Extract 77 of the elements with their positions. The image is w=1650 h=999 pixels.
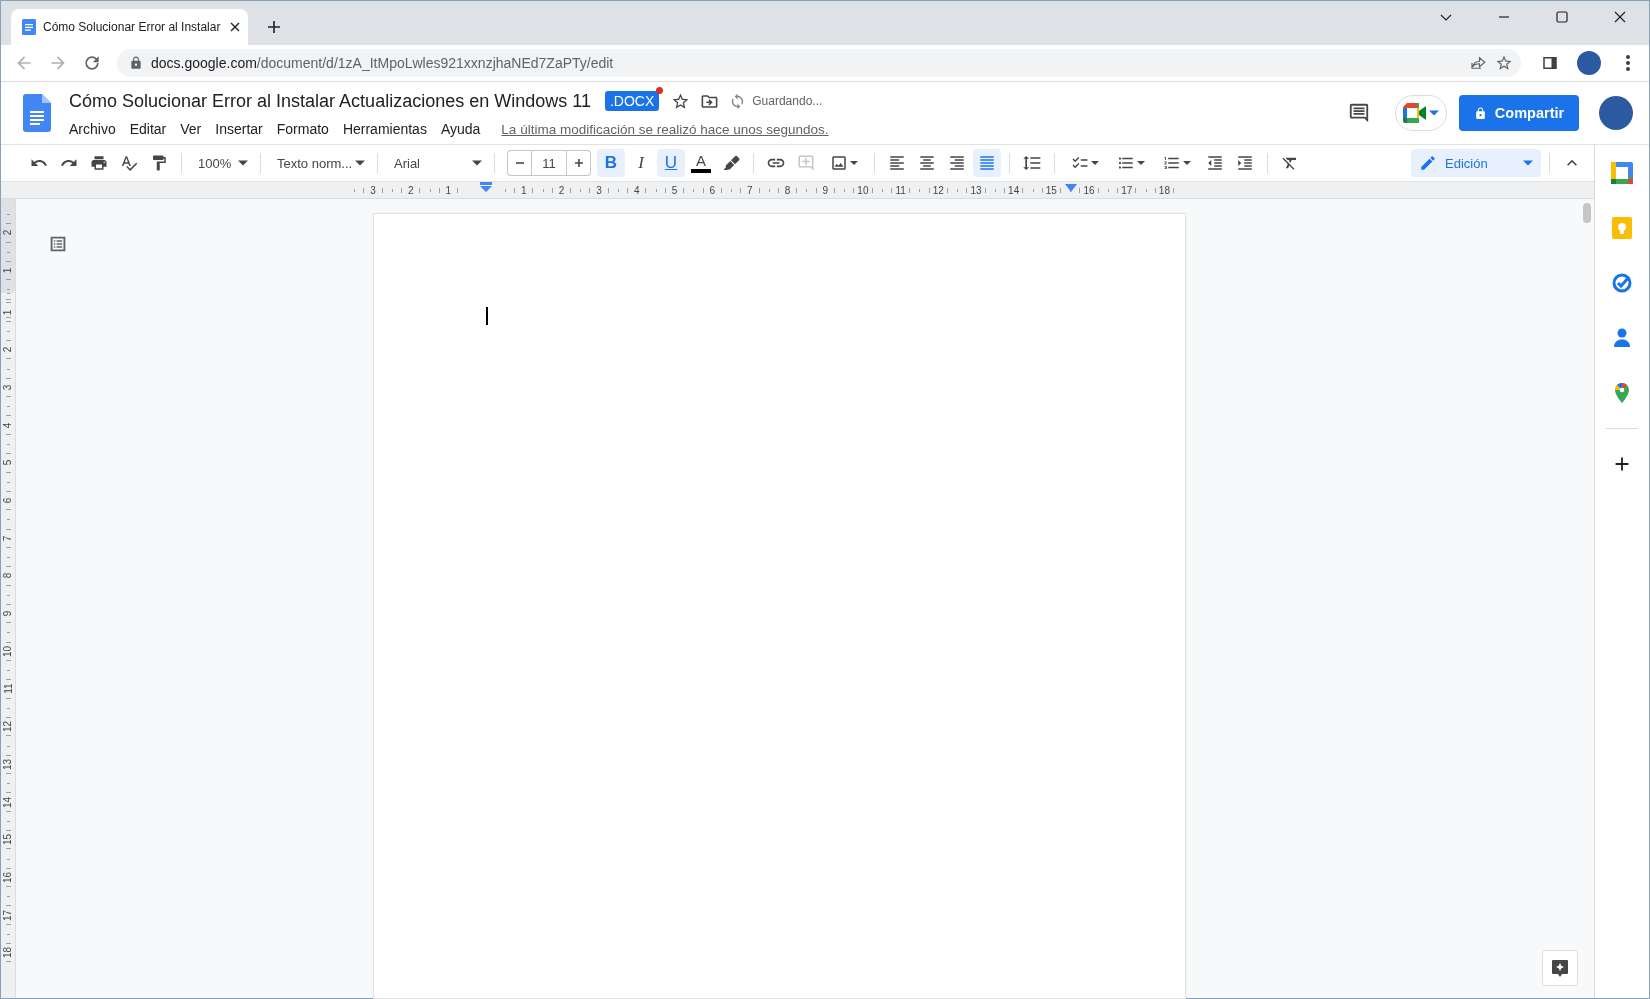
- line-spacing-icon: [1022, 153, 1042, 173]
- align-justify-icon: [978, 154, 996, 172]
- indent-marker-icon[interactable]: [1064, 184, 1078, 192]
- plus-icon: [572, 157, 585, 169]
- lock-icon: [129, 56, 143, 70]
- caret-icon: [1137, 159, 1145, 167]
- bookmark-star-icon[interactable]: [1495, 54, 1513, 72]
- align-center-icon: [918, 154, 936, 172]
- document-title[interactable]: Cómo Solucionar Error al Instalar Actualizaciones en Windows 11: [69, 90, 591, 112]
- menu-item[interactable]: Ver: [173, 119, 209, 139]
- scrollbar[interactable]: [1583, 203, 1591, 223]
- menu-item[interactable]: Formato: [269, 119, 336, 139]
- spellcheck-icon: [120, 154, 138, 172]
- lock-icon: [1473, 106, 1487, 120]
- font-dropdown[interactable]: Arial: [386, 149, 486, 177]
- close-icon[interactable]: [230, 22, 240, 32]
- star-outline-icon: [671, 91, 691, 111]
- text-cursor: [486, 307, 488, 325]
- profile-avatar[interactable]: [1577, 51, 1601, 75]
- caret-icon: [1429, 108, 1439, 118]
- share-icon[interactable]: [1469, 54, 1487, 72]
- document-icon: [21, 19, 37, 35]
- caret-icon: [355, 158, 365, 168]
- underline-button[interactable]: U: [657, 149, 685, 177]
- align-left-icon: [888, 154, 906, 172]
- pencil-icon: [1419, 154, 1437, 172]
- menu-item[interactable]: Insertar: [208, 119, 270, 139]
- caret-icon: [472, 158, 482, 168]
- caret-icon: [1523, 158, 1533, 168]
- bold-button[interactable]: B: [597, 149, 625, 177]
- save-status: Guardando...: [752, 94, 823, 108]
- align-justify-button[interactable]: [973, 149, 1001, 177]
- add-comment-icon: [797, 154, 815, 172]
- comments-icon: [1348, 102, 1370, 124]
- side-panel-icon: [1541, 54, 1559, 72]
- editing-mode-dropdown[interactable]: Edición: [1411, 149, 1541, 177]
- maximize-icon: [1556, 11, 1568, 23]
- close-icon: [1614, 11, 1626, 23]
- highlighter-icon: [722, 154, 740, 172]
- outdent-icon: [1206, 154, 1224, 172]
- text-color-button[interactable]: A: [687, 149, 715, 177]
- plus-icon: [266, 19, 282, 35]
- image-icon: [830, 154, 848, 172]
- video-camera-icon: [1403, 103, 1427, 123]
- share-button[interactable]: Compartir: [1459, 95, 1579, 131]
- italic-button[interactable]: I: [627, 149, 655, 177]
- more-vertical-icon: [1626, 55, 1630, 71]
- indent-marker-icon[interactable]: [479, 182, 494, 192]
- account-avatar[interactable]: [1599, 96, 1633, 130]
- indent-icon: [1236, 154, 1254, 172]
- menu-item[interactable]: Herramientas: [335, 119, 434, 139]
- paint-roller-icon: [150, 154, 168, 172]
- caret-icon: [850, 159, 858, 167]
- reload-icon: [82, 53, 102, 73]
- caret-icon: [1183, 159, 1191, 167]
- browser-tab[interactable]: Cómo Solucionar Error al Instalar: [11, 9, 248, 45]
- docs-logo-icon[interactable]: [23, 94, 51, 132]
- align-right-icon: [948, 154, 966, 172]
- star-button[interactable]: [671, 91, 691, 111]
- increase-size-button[interactable]: [567, 150, 591, 176]
- url-text: docs.google.com/document/d/1zA_ItMpoLwles921xxnzjhaNEd7ZaPTy/edit: [151, 55, 615, 71]
- sparkle-speech-bubble-icon: [1550, 958, 1570, 978]
- caret-icon: [1091, 159, 1099, 167]
- zoom-dropdown[interactable]: 100%: [190, 149, 252, 177]
- calendar-button[interactable]: [1610, 161, 1634, 185]
- menu-item[interactable]: Editar: [122, 119, 174, 139]
- font-size-field[interactable]: 11: [531, 150, 567, 176]
- caret-icon: [238, 158, 248, 168]
- explore-button[interactable]: [1542, 950, 1578, 986]
- menu-item[interactable]: Archivo: [69, 119, 123, 139]
- style-dropdown[interactable]: Texto norm...: [269, 149, 369, 177]
- tasks-button[interactable]: [1610, 271, 1634, 295]
- numbered-list-icon: [1163, 154, 1181, 172]
- menu-item[interactable]: Ayuda: [433, 119, 488, 139]
- last-edit-link[interactable]: La última modificación se realizó hace unos segundos.: [501, 121, 829, 137]
- print-icon: [90, 154, 108, 172]
- address-bar[interactable]: docs.google.com/document/d/1zA_ItMpoLwles921xxnzjhaNEd7ZaPTy/edit: [117, 49, 1521, 77]
